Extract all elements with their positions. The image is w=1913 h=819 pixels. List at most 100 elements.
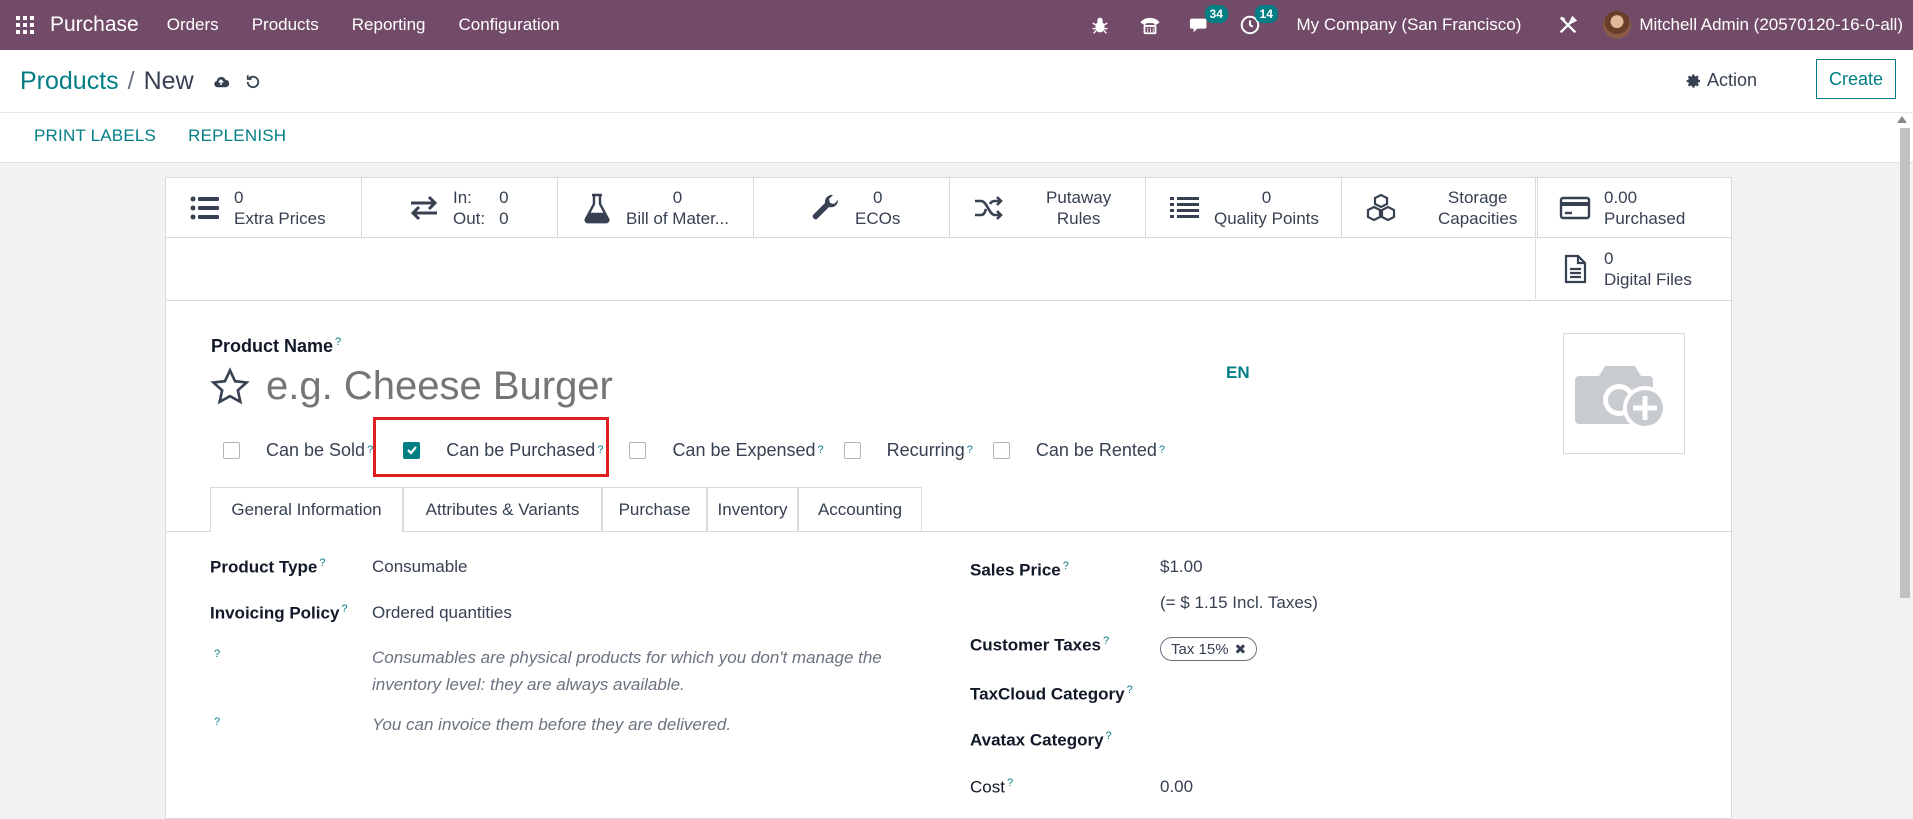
help-tooltip-icon[interactable]: ? xyxy=(1106,730,1112,742)
quality-count: 0 xyxy=(1261,187,1272,207)
tab-purchase[interactable]: Purchase xyxy=(602,487,707,531)
menu-products[interactable]: Products xyxy=(252,15,319,35)
tab-inventory[interactable]: Inventory xyxy=(707,487,798,531)
breadcrumb-separator: / xyxy=(127,67,135,95)
debug-bug-icon[interactable] xyxy=(1089,14,1111,36)
help-tooltip-icon[interactable]: ? xyxy=(1103,635,1109,647)
purchased-button[interactable]: 0.00 Purchased xyxy=(1535,178,1731,238)
product-image-upload[interactable] xyxy=(1563,333,1685,454)
can-be-sold-checkbox[interactable] xyxy=(223,441,240,459)
can-be-rented-option[interactable]: Can be Rented? xyxy=(992,439,1165,461)
menu-configuration[interactable]: Configuration xyxy=(459,15,560,35)
app-name[interactable]: Purchase xyxy=(50,13,139,37)
list-icon xyxy=(188,191,222,225)
in-value: 0 xyxy=(499,187,509,207)
smart-button-box: 0 Extra Prices In: 0 Out: 0 0 Bill of Ma… xyxy=(166,178,1731,301)
favorite-star-icon[interactable] xyxy=(209,366,251,413)
breadcrumb: Products / New xyxy=(20,67,262,96)
help-tooltip-icon[interactable]: ? xyxy=(214,648,220,660)
consumable-help-text: Consumables are physical products for wh… xyxy=(372,648,882,694)
bill-of-materials-button[interactable]: 0 Bill of Mater... xyxy=(558,178,754,238)
putaway-label-2: Rules xyxy=(1056,208,1101,228)
help-tooltip-icon[interactable]: ? xyxy=(319,557,325,569)
tax-tag[interactable]: Tax 15% ✖ xyxy=(1160,637,1258,661)
can-be-rented-checkbox[interactable] xyxy=(992,441,1010,459)
menu-reporting[interactable]: Reporting xyxy=(352,15,426,35)
messages-badge: 34 xyxy=(1204,5,1228,23)
help-tooltip-icon[interactable]: ? xyxy=(214,716,220,728)
print-labels-button[interactable]: PRINT LABELS xyxy=(34,126,156,146)
can-be-expensed-checkbox[interactable] xyxy=(629,441,647,459)
exchange-arrows-icon xyxy=(407,191,441,225)
can-be-rented-label: Can be Rented xyxy=(1035,439,1157,460)
discard-undo-icon[interactable] xyxy=(244,73,262,91)
help-tooltip-icon[interactable]: ? xyxy=(1159,444,1165,456)
menu-orders[interactable]: Orders xyxy=(167,15,219,35)
in-label: In: xyxy=(453,187,472,207)
phone-icon[interactable] xyxy=(1139,14,1161,36)
apps-menu-icon[interactable] xyxy=(0,0,50,50)
top-navbar: Purchase Orders Products Reporting Confi… xyxy=(0,0,1913,50)
storage-capacities-button[interactable]: Storage Capacities xyxy=(1342,178,1538,238)
ecos-label: ECOs xyxy=(855,208,901,228)
scrollbar-thumb[interactable] xyxy=(1900,128,1910,598)
highlight-annotation-box xyxy=(373,417,609,477)
cost-input[interactable]: 0.00 xyxy=(1160,777,1193,797)
tools-icon[interactable] xyxy=(1557,14,1579,36)
sales-price-incl-taxes: (= $ 1.15 Incl. Taxes) xyxy=(1160,593,1318,612)
tax-tag-label: Tax 15% xyxy=(1171,640,1229,658)
action-menu-button[interactable]: Action xyxy=(1686,70,1757,91)
help-tooltip-icon[interactable]: ? xyxy=(967,444,973,456)
avatax-category-label: Avatax Category? xyxy=(970,730,1112,750)
remove-tag-icon[interactable]: ✖ xyxy=(1235,641,1247,658)
invoice-help-text: You can invoice them before they are del… xyxy=(372,715,732,734)
replenish-button[interactable]: REPLENISH xyxy=(188,126,286,146)
camera-plus-icon xyxy=(1575,365,1667,430)
can-be-expensed-option[interactable]: Can be Expensed? xyxy=(629,439,824,461)
recurring-label: Recurring xyxy=(886,439,965,460)
help-tooltip-icon[interactable]: ? xyxy=(1127,684,1133,696)
bom-count: 0 xyxy=(672,187,683,207)
recurring-option[interactable]: Recurring? xyxy=(843,439,973,461)
tab-attributes-variants[interactable]: Attributes & Variants xyxy=(403,487,602,531)
company-switcher[interactable]: My Company (San Francisco) xyxy=(1297,15,1522,35)
user-menu[interactable]: Mitchell Admin (20570120-16-0-all) xyxy=(1639,15,1903,35)
tab-general-information[interactable]: General Information xyxy=(210,487,403,532)
save-cloud-icon[interactable] xyxy=(212,73,230,91)
sales-price-label: Sales Price? xyxy=(970,560,1069,580)
extra-prices-label: Extra Prices xyxy=(234,208,326,228)
quality-points-button[interactable]: 0 Quality Points xyxy=(1146,178,1342,238)
help-tooltip-icon[interactable]: ? xyxy=(818,444,824,456)
putaway-rules-button[interactable]: Putaway Rules xyxy=(950,178,1146,238)
cubes-icon xyxy=(1364,191,1398,225)
can-be-sold-option[interactable]: Can be Sold? xyxy=(223,440,373,461)
can-be-expensed-label: Can be Expensed xyxy=(672,439,816,460)
scroll-up-arrow[interactable] xyxy=(1897,116,1907,123)
create-button[interactable]: Create xyxy=(1816,59,1896,99)
ecos-button[interactable]: 0 ECOs xyxy=(754,178,950,238)
breadcrumb-products[interactable]: Products xyxy=(20,67,119,96)
product-type-label: Product Type? xyxy=(210,557,326,577)
in-out-button[interactable]: In: 0 Out: 0 xyxy=(362,178,558,238)
extra-prices-button[interactable]: 0 Extra Prices xyxy=(166,178,362,238)
digital-files-button[interactable]: 0 Digital Files xyxy=(1535,239,1731,299)
product-type-select[interactable]: Consumable xyxy=(372,557,467,577)
recurring-checkbox[interactable] xyxy=(843,441,861,459)
help-tooltip-icon[interactable]: ? xyxy=(341,603,347,615)
tab-accounting[interactable]: Accounting xyxy=(798,487,922,531)
product-form-sheet: 0 Extra Prices In: 0 Out: 0 0 Bill of Ma… xyxy=(165,177,1732,819)
customer-taxes-label: Customer Taxes? xyxy=(970,635,1110,655)
activities-clock-icon[interactable]: 14 xyxy=(1239,5,1278,36)
purchased-label: Purchased xyxy=(1604,208,1686,228)
shuffle-icon xyxy=(972,191,1006,225)
product-name-input[interactable] xyxy=(266,364,1246,409)
invoicing-policy-select[interactable]: Ordered quantities xyxy=(372,603,512,623)
help-tooltip-icon[interactable]: ? xyxy=(1007,777,1013,789)
sales-price-input[interactable]: $1.00 xyxy=(1160,557,1203,577)
user-avatar[interactable] xyxy=(1603,11,1632,39)
help-tooltip-icon[interactable]: ? xyxy=(335,336,341,348)
quality-label: Quality Points xyxy=(1214,208,1319,228)
messages-icon[interactable]: 34 xyxy=(1189,5,1228,36)
language-button[interactable]: EN xyxy=(1226,363,1250,383)
help-tooltip-icon[interactable]: ? xyxy=(1063,560,1069,572)
